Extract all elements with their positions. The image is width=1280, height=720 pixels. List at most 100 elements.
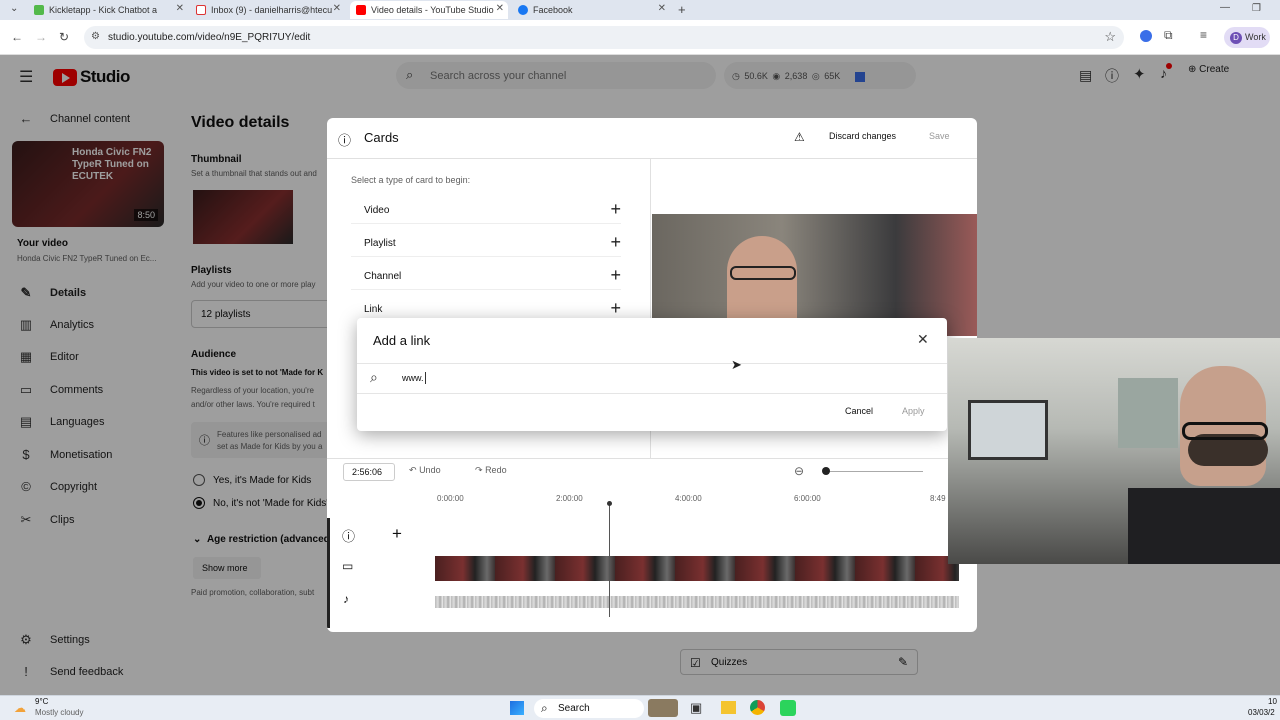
minimize-icon[interactable]: — — [1220, 2, 1230, 13]
close-icon[interactable]: ✕ — [917, 331, 929, 348]
extensions-puzzle-icon[interactable]: ⧉ — [1164, 28, 1173, 43]
close-tab-icon[interactable]: ✕ — [333, 3, 341, 14]
search-icon: ⌕ — [541, 701, 548, 715]
tab-title: Inbox (9) - danielharris@htecu — [211, 5, 333, 15]
cancel-label: Cancel — [845, 406, 874, 416]
add-link-dialog: Add a link ✕ ⌕ www. Cancel Apply — [357, 318, 947, 431]
feedback-icon[interactable]: ⚠ — [794, 130, 805, 144]
kicklet-favicon-icon — [34, 5, 44, 15]
task-view-icon[interactable]: ▣ — [690, 700, 702, 716]
redo-button[interactable]: ↷ Redo — [475, 465, 507, 476]
chrome-icon[interactable] — [750, 700, 765, 715]
tab-title: Facebook — [533, 5, 573, 15]
apply-label: Apply — [902, 406, 925, 416]
divider — [327, 458, 977, 459]
glasses-image — [730, 266, 796, 280]
browser-tab-facebook[interactable]: Facebook ✕ — [512, 1, 670, 19]
undo-icon: ↶ — [409, 465, 417, 475]
weather-icon: ☁ — [14, 701, 26, 715]
cancel-button[interactable]: Cancel — [838, 401, 882, 421]
tab-list-icon[interactable]: ⌄ — [10, 3, 18, 14]
url-field[interactable]: ⚙ studio.youtube.com/video/n9E_PQRI7UY/e… — [84, 26, 1124, 49]
add-card-icon[interactable]: + — [392, 524, 402, 544]
forward-arrow-icon[interactable]: → — [35, 30, 47, 44]
new-tab-icon[interactable]: + — [678, 2, 686, 17]
timeline-tick-label: 8:49 — [930, 494, 946, 503]
card-type-label: Link — [364, 304, 383, 315]
back-arrow-icon[interactable]: ← — [11, 30, 23, 44]
card-type-label: Video — [364, 205, 390, 216]
cards-track-icon: ⓘ — [342, 529, 356, 544]
monitor-image — [968, 400, 1048, 460]
taskbar-search[interactable]: ⌕ Search — [534, 699, 644, 718]
undo-button[interactable]: ↶ Undo — [409, 465, 441, 476]
taskbar-search-label: Search — [558, 703, 590, 714]
profile-label: Work — [1245, 32, 1266, 42]
timeline-tick-label: 0:00:00 — [437, 494, 464, 503]
browser-address-bar: ← → ↻ ⚙ studio.youtube.com/video/n9E_PQR… — [0, 20, 1280, 55]
browser-tab-youtube-studio[interactable]: Video details - YouTube Studio ✕ — [350, 1, 508, 19]
card-type-label: Playlist — [364, 238, 396, 249]
widget-icon[interactable] — [648, 699, 678, 717]
mouse-cursor-icon: ➤ — [731, 357, 742, 372]
facebook-favicon-icon — [518, 5, 528, 15]
audio-waveform — [435, 596, 959, 608]
save-label: Save — [929, 131, 950, 141]
track-selector-bar — [327, 518, 330, 628]
video-filmstrip[interactable] — [435, 556, 959, 581]
glasses-image — [1182, 422, 1268, 440]
link-search-input[interactable]: ⌕ www. — [367, 366, 937, 390]
current-time-input[interactable]: 2:56:06 — [343, 463, 395, 481]
info-icon[interactable]: ⓘ — [338, 130, 351, 149]
playhead[interactable] — [609, 503, 610, 617]
zoom-slider-track[interactable] — [825, 471, 923, 472]
time-value: 2:56:06 — [352, 467, 383, 477]
windows-start-icon[interactable] — [510, 701, 524, 715]
app-icon[interactable] — [780, 700, 796, 716]
close-tab-icon[interactable]: ✕ — [658, 3, 666, 14]
webcam-overlay — [948, 338, 1280, 564]
cards-title: Cards — [364, 130, 399, 145]
card-type-prompt: Select a type of card to begin: — [351, 175, 471, 185]
shirt-image — [1128, 488, 1280, 564]
card-type-video[interactable]: Video + — [351, 196, 621, 224]
discard-changes-button[interactable]: Discard changes — [819, 126, 909, 148]
gmail-favicon-icon — [196, 5, 206, 15]
playhead-handle[interactable] — [607, 501, 612, 506]
close-tab-icon[interactable]: ✕ — [176, 3, 184, 14]
divider — [357, 363, 947, 364]
zoom-out-icon[interactable]: ⊖ — [794, 464, 804, 478]
close-tab-icon[interactable]: ✕ — [496, 3, 504, 14]
undo-label: Undo — [419, 465, 441, 475]
windows-taskbar: ☁ 9°C Mostly cloudy ⌕ Search ▣ 10 03/03/… — [0, 695, 1280, 720]
browser-tab-bar: ⌄ Kickletapp - Kick Chatbot a ✕ Inbox (9… — [0, 0, 1280, 20]
extension-icon[interactable] — [1140, 30, 1152, 42]
zoom-slider-handle[interactable] — [822, 467, 830, 475]
reload-icon[interactable]: ↻ — [59, 30, 69, 44]
card-type-channel[interactable]: Channel + — [351, 262, 621, 290]
profile-button[interactable]: D Work — [1224, 27, 1270, 48]
apply-button[interactable]: Apply — [895, 401, 935, 421]
browser-tab-inbox[interactable]: Inbox (9) - danielharris@htecu ✕ — [190, 1, 345, 19]
browser-tab-kicklet[interactable]: Kickletapp - Kick Chatbot a ✕ — [28, 1, 188, 19]
maximize-icon[interactable]: ❐ — [1252, 3, 1261, 14]
redo-icon: ↷ — [475, 465, 483, 475]
avatar: D — [1230, 32, 1242, 44]
file-explorer-icon[interactable] — [721, 701, 736, 714]
weather-text: Mostly cloudy — [35, 708, 84, 717]
temperature: 9°C — [35, 697, 49, 706]
divider — [327, 158, 977, 159]
reading-list-icon[interactable]: ≡ — [1200, 28, 1207, 42]
add-icon: + — [610, 298, 621, 318]
tab-title: Video details - YouTube Studio — [371, 5, 494, 15]
save-button[interactable]: Save — [923, 126, 955, 148]
link-input-value: www. — [402, 373, 424, 383]
clock-time: 10 — [1268, 697, 1277, 706]
redo-label: Redo — [485, 465, 507, 475]
video-track-icon: ▭ — [342, 559, 354, 573]
bookmark-star-icon[interactable]: ☆ — [1104, 29, 1116, 45]
card-type-playlist[interactable]: Playlist + — [351, 229, 621, 257]
site-info-icon[interactable]: ⚙ — [91, 31, 100, 42]
add-icon: + — [610, 199, 621, 219]
timeline-tick-label: 6:00:00 — [794, 494, 821, 503]
